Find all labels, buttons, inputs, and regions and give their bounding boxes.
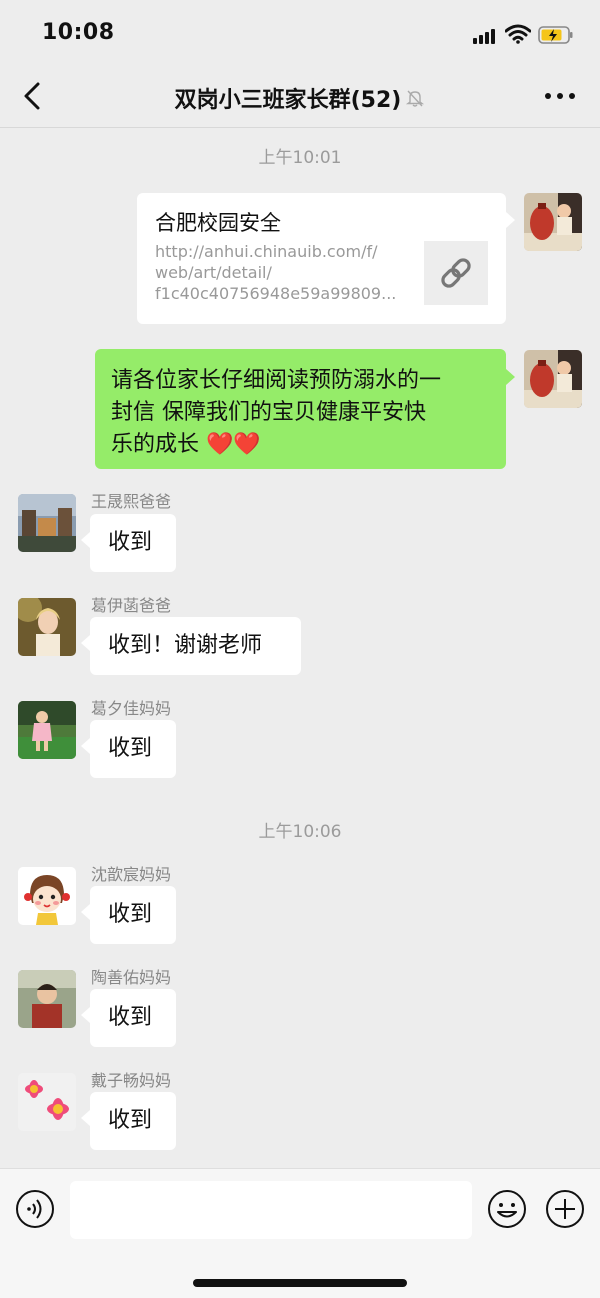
message-input[interactable] bbox=[70, 1181, 472, 1239]
bubble-tail bbox=[506, 212, 515, 228]
member-avatar[interactable] bbox=[18, 867, 76, 925]
link-url-line: f1c40c40756948e59a99809... bbox=[155, 284, 397, 303]
my-avatar[interactable] bbox=[524, 193, 582, 251]
link-title: 合肥校园安全 bbox=[155, 211, 281, 235]
more-dots-icon[interactable] bbox=[542, 92, 578, 102]
bubble-tail bbox=[81, 1110, 90, 1126]
member-avatar[interactable] bbox=[18, 970, 76, 1028]
bubble-tail bbox=[81, 1007, 90, 1023]
sender-name: 陶善佑妈妈 bbox=[91, 968, 172, 987]
member-avatar[interactable] bbox=[18, 494, 76, 552]
notice-line: 请各位家长仔细阅读预防溺水的一 bbox=[111, 368, 442, 393]
reply-bubble[interactable]: 收到 bbox=[90, 1092, 176, 1150]
link-thumbnail bbox=[424, 241, 488, 305]
member-avatar[interactable] bbox=[18, 701, 76, 759]
my-avatar[interactable] bbox=[524, 350, 582, 408]
group-name: 双岗小三班家长群(52) bbox=[174, 88, 402, 113]
signal-icon bbox=[473, 28, 499, 44]
battery-icon bbox=[538, 26, 573, 44]
bubble-tail bbox=[81, 904, 90, 920]
home-indicator[interactable] bbox=[193, 1279, 407, 1287]
notice-message[interactable]: 请各位家长仔细阅读预防溺水的一 封信 保障我们的宝贝健康平安快 乐的成长 ❤️❤… bbox=[95, 349, 506, 469]
reply-bubble[interactable]: 收到 bbox=[90, 989, 176, 1047]
emoji-icon[interactable] bbox=[487, 1189, 527, 1229]
link-url-line: http://anhui.chinauib.com/f/ bbox=[155, 242, 378, 261]
plus-icon[interactable] bbox=[545, 1189, 585, 1229]
input-bar bbox=[0, 1168, 600, 1298]
message-timestamp: 上午10:06 bbox=[258, 822, 342, 842]
link-card[interactable]: 合肥校园安全 http://anhui.chinauib.com/f/ web/… bbox=[137, 193, 506, 324]
sender-name: 沈歆宸妈妈 bbox=[91, 865, 172, 884]
reply-bubble[interactable]: 收到！谢谢老师 bbox=[90, 617, 301, 675]
member-avatar[interactable] bbox=[18, 598, 76, 656]
chat-title: 双岗小三班家长群(52) bbox=[0, 82, 600, 114]
chat-header: 双岗小三班家长群(52) bbox=[0, 64, 600, 128]
reply-bubble[interactable]: 收到 bbox=[90, 886, 176, 944]
sender-name: 葛夕佳妈妈 bbox=[91, 699, 172, 718]
reply-bubble[interactable]: 收到 bbox=[90, 514, 176, 572]
wifi-icon bbox=[505, 24, 531, 44]
mute-bell-icon bbox=[406, 90, 425, 107]
link-icon bbox=[441, 258, 471, 288]
voice-icon[interactable] bbox=[15, 1189, 55, 1229]
sender-name: 葛伊菡爸爸 bbox=[91, 596, 172, 615]
message-timestamp: 上午10:01 bbox=[258, 148, 342, 168]
reply-bubble[interactable]: 收到 bbox=[90, 720, 176, 778]
link-url-line: web/art/detail/ bbox=[155, 263, 272, 282]
sender-name: 王晟熙爸爸 bbox=[91, 492, 172, 511]
bubble-tail bbox=[81, 738, 90, 754]
sender-name: 戴子畅妈妈 bbox=[91, 1071, 172, 1090]
notice-line: 乐的成长 ❤️❤️ bbox=[111, 432, 261, 457]
status-time: 10:08 bbox=[42, 20, 115, 45]
member-avatar[interactable] bbox=[18, 1073, 76, 1131]
bubble-tail bbox=[81, 635, 90, 651]
link-url: http://anhui.chinauib.com/f/ web/art/det… bbox=[155, 241, 413, 304]
notice-line: 封信 保障我们的宝贝健康平安快 bbox=[111, 400, 426, 425]
status-bar: 10:08 bbox=[0, 0, 600, 64]
bubble-tail bbox=[81, 532, 90, 548]
bubble-tail bbox=[506, 369, 515, 385]
